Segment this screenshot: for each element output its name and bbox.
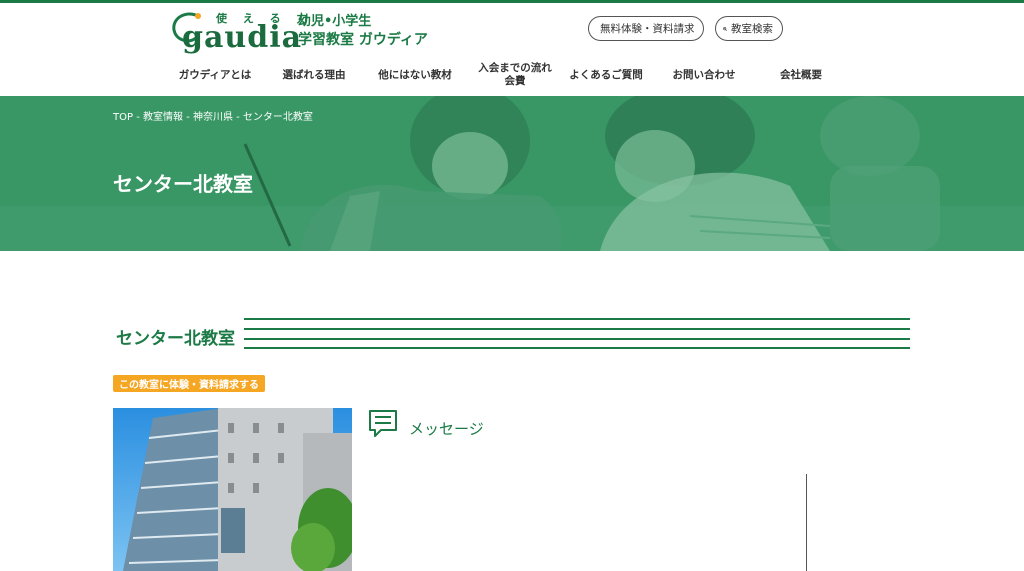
section-title: センター北教室 (116, 329, 235, 349)
classroom-search-label: 教室検索 (731, 23, 773, 35)
nav-company[interactable]: 会社概要 (760, 58, 842, 92)
top-accent-bar (0, 0, 1024, 3)
classroom-search-button[interactable]: 教室検索 (715, 16, 783, 41)
message-heading: メッセージ (409, 420, 484, 438)
logo-wordmark: gaudia (182, 20, 303, 55)
page-title: センター北教室 (113, 172, 253, 196)
main-nav: ガウディアとは 選ばれる理由 他にはない教材 入会までの流れ 会費 よくあるご質… (160, 58, 860, 92)
content-divider (806, 474, 807, 571)
request-trial-badge[interactable]: この教室に体験・資料請求する (113, 375, 265, 392)
free-trial-label: 無料体験・資料請求 (600, 23, 695, 35)
nav-about[interactable]: ガウディアとは (160, 58, 270, 92)
logo-subtitle-2: 学習教室 ガウディア (298, 32, 428, 48)
nav-materials[interactable]: 他にはない教材 (365, 58, 465, 92)
logo-subtitle-1: 幼児•小学生 (298, 14, 372, 29)
classroom-building-photo (113, 408, 352, 571)
hero-banner: TOP - 教室情報 - 神奈川県 - センター北教室 センター北教室 (0, 96, 1024, 251)
nav-reasons[interactable]: 選ばれる理由 (270, 58, 358, 92)
site-logo[interactable]: 使 え る 力 gaudia 幼児•小学生 学習教室 ガウディア (168, 8, 438, 55)
message-speech-bubble-icon (369, 410, 397, 437)
section-title-rules (244, 318, 910, 350)
nav-faq[interactable]: よくあるご質問 (560, 58, 652, 92)
free-trial-button[interactable]: 無料体験・資料請求 (588, 16, 704, 41)
nav-contact[interactable]: お問い合わせ (660, 58, 748, 92)
search-icon (723, 26, 727, 31)
nav-enrollment-fees[interactable]: 入会までの流れ 会費 (465, 58, 565, 92)
breadcrumb[interactable]: TOP - 教室情報 - 神奈川県 - センター北教室 (113, 108, 313, 123)
